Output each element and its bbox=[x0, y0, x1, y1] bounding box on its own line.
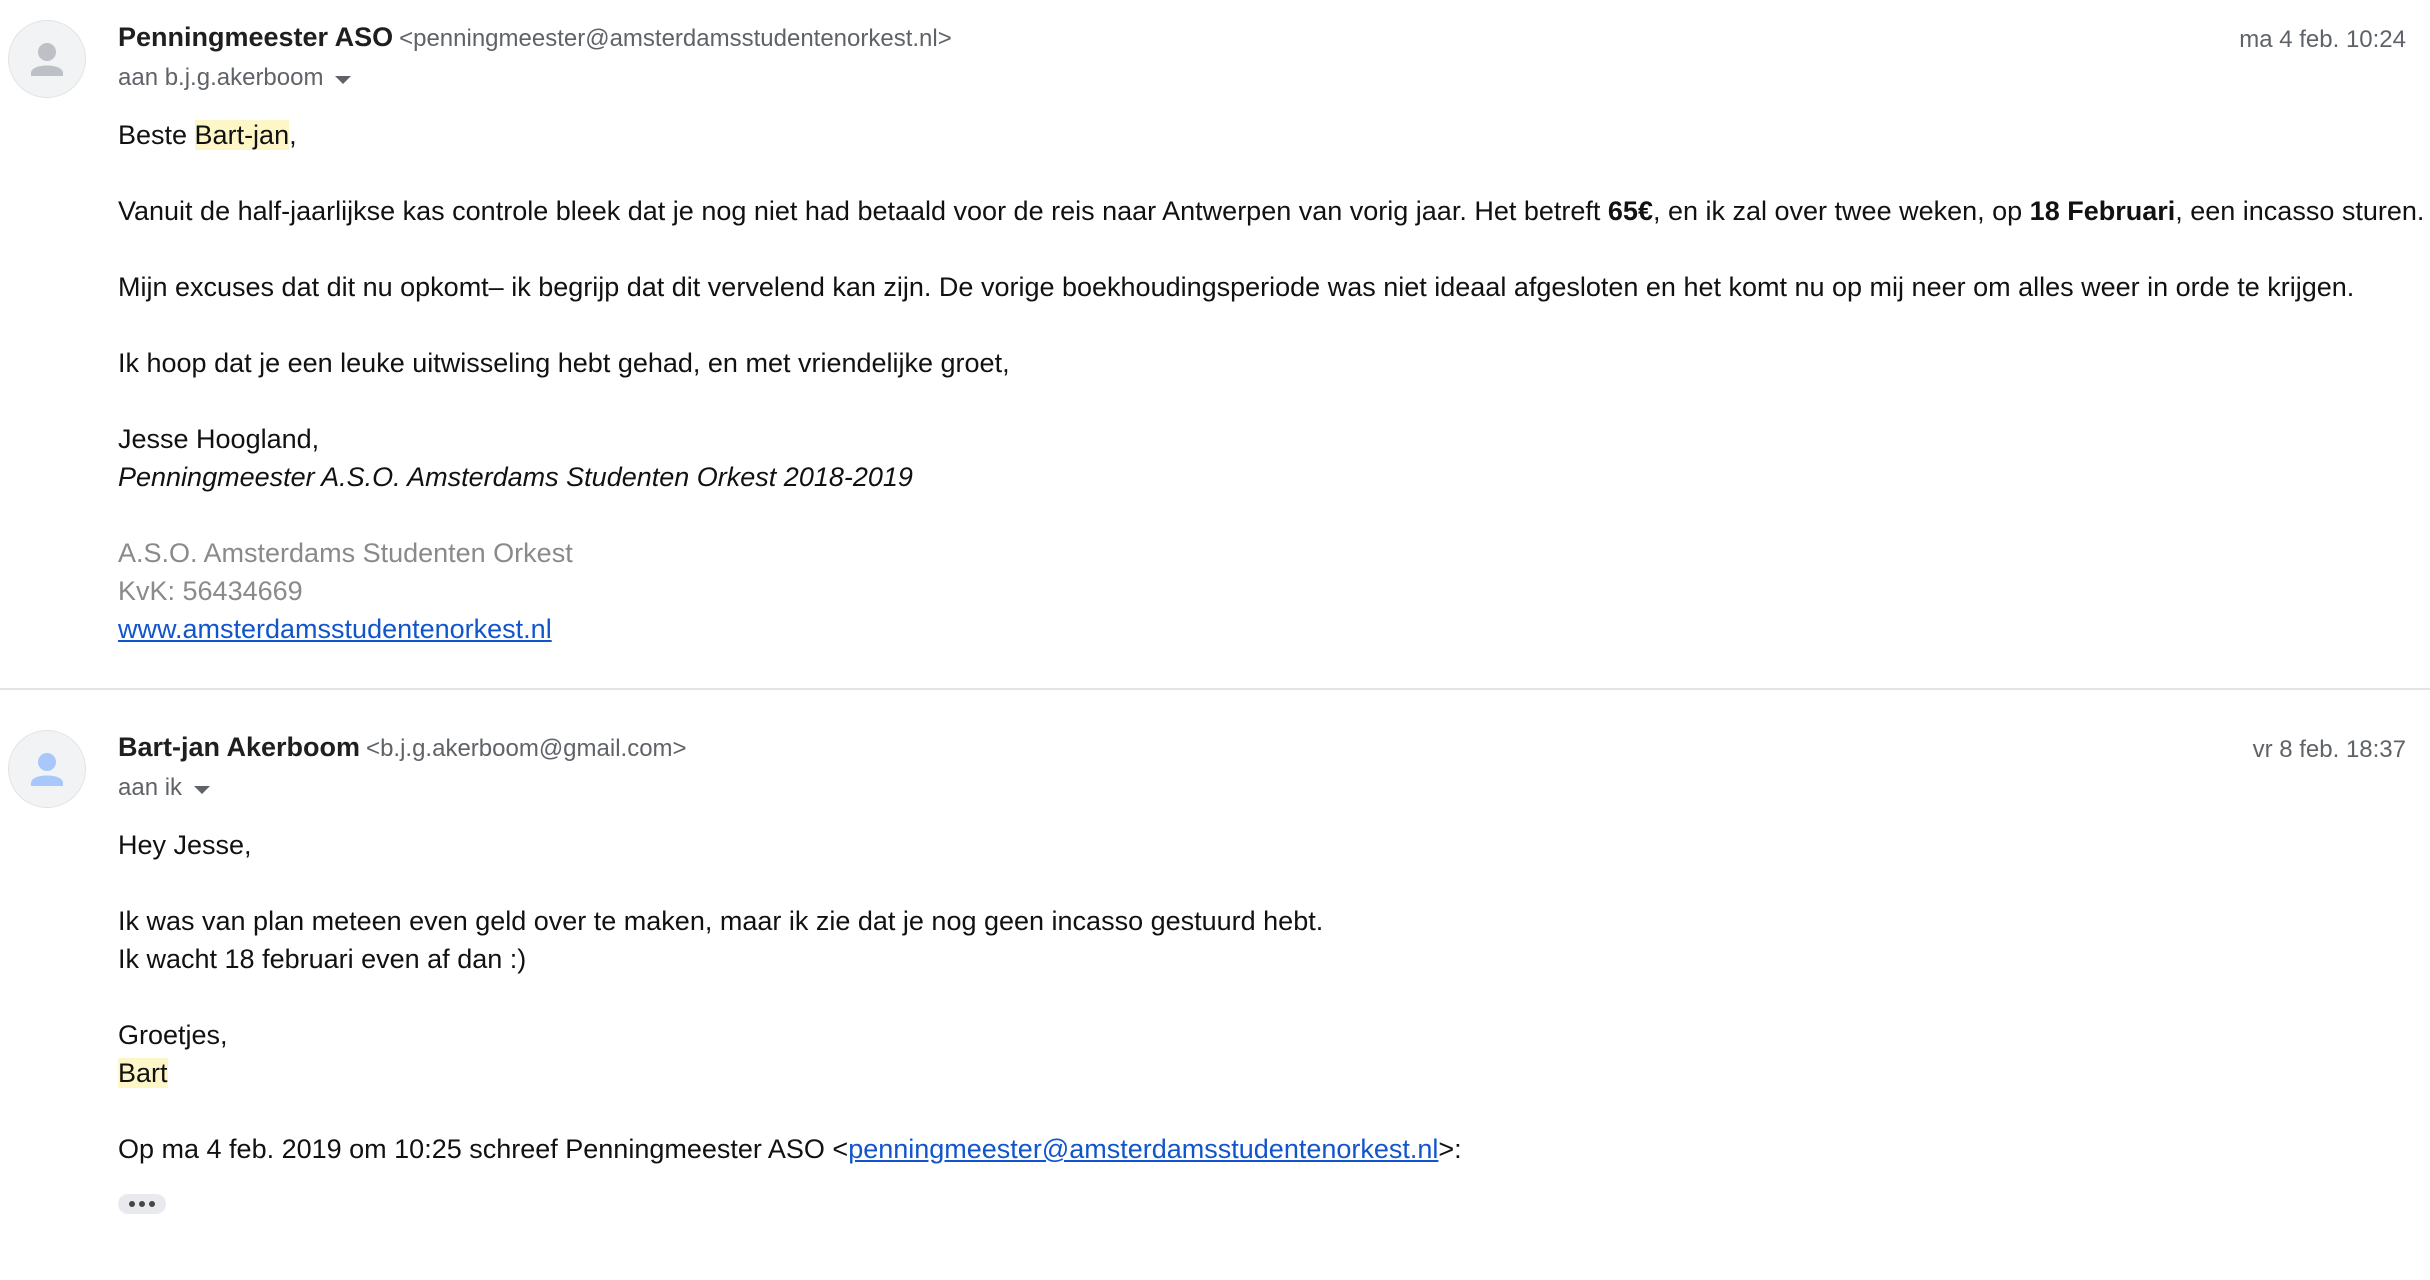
body-line-1: Ik was van plan meteen even geld over te… bbox=[118, 906, 1324, 936]
caret-down-icon[interactable] bbox=[194, 786, 211, 794]
paragraph-2: Mijn excuses dat dit nu opkomt– ik begri… bbox=[118, 272, 2355, 302]
closing-line: Groetjes, bbox=[118, 1020, 228, 1050]
sign-name-line: Bart bbox=[118, 1056, 168, 1090]
ellipsis-icon bbox=[129, 1201, 135, 1207]
para1-text-c: , een incasso sturen. bbox=[2175, 196, 2425, 226]
para1-date: 18 Februari bbox=[2029, 196, 2176, 226]
sender-name[interactable]: Bart-jan Akerboom bbox=[118, 732, 360, 762]
greeting-suffix: , bbox=[289, 120, 297, 150]
greeting-line: Hey Jesse, bbox=[118, 830, 252, 860]
sign-name: Bart bbox=[118, 1058, 168, 1088]
sender-email: <penningmeester@amsterdamsstudentenorkes… bbox=[399, 25, 952, 52]
org-website-link[interactable]: www.amsterdamsstudentenorkest.nl bbox=[118, 612, 552, 646]
ellipsis-dot bbox=[139, 1201, 145, 1207]
sender-email: <b.j.g.akerboom@gmail.com> bbox=[366, 735, 687, 762]
sender-line: Bart-jan Akerboom <b.j.g.akerboom@gmail.c… bbox=[118, 732, 687, 763]
caret-down-icon[interactable] bbox=[335, 76, 352, 84]
message-date[interactable]: vr 8 feb. 18:37 bbox=[2253, 736, 2406, 764]
para1-text-a: Vanuit de half-jaarlijkse kas controle b… bbox=[118, 196, 1608, 226]
sender-avatar-icon[interactable] bbox=[8, 20, 86, 98]
recipient-text: aan b.j.g.akerboom bbox=[118, 64, 324, 91]
sender-avatar-icon[interactable] bbox=[8, 730, 86, 808]
paragraph-1: Vanuit de half-jaarlijkse kas controle b… bbox=[118, 194, 2424, 228]
org-kvk: KvK: 56434669 bbox=[118, 576, 303, 606]
recipient-line[interactable]: aan ik bbox=[118, 774, 211, 802]
org-name: A.S.O. Amsterdams Studenten Orkest bbox=[118, 538, 573, 568]
message-date[interactable]: ma 4 feb. 10:24 bbox=[2239, 26, 2406, 54]
greeting-name: Bart-jan bbox=[194, 120, 290, 150]
email-message-bart-jan: Bart-jan Akerboom <b.j.g.akerboom@gmail.c… bbox=[0, 690, 2430, 1280]
recipient-line[interactable]: aan b.j.g.akerboom bbox=[118, 64, 352, 92]
para1-amount: 65€ bbox=[1607, 196, 1653, 226]
greeting-line: Beste Bart-jan, bbox=[118, 118, 297, 152]
ellipsis-dot bbox=[149, 1201, 155, 1207]
sender-line: Penningmeester ASO <penningmeester@amster… bbox=[118, 22, 952, 53]
recipient-text: aan ik bbox=[118, 774, 183, 801]
show-trimmed-content-button[interactable] bbox=[118, 1194, 166, 1214]
quote-header: Op ma 4 feb. 2019 om 10:25 schreef Penni… bbox=[118, 1132, 1462, 1166]
quote-suffix: >: bbox=[1438, 1134, 1462, 1164]
para1-text-b: , en ik zal over twee weken, op bbox=[1652, 196, 2030, 226]
email-message-penningmeester: Penningmeester ASO <penningmeester@amster… bbox=[0, 0, 2430, 688]
quote-email-link[interactable]: penningmeester@amsterdamsstudentenorkest… bbox=[848, 1134, 1438, 1164]
greeting-prefix: Beste bbox=[118, 120, 195, 150]
paragraph-3: Ik hoop dat je een leuke uitwisseling he… bbox=[118, 348, 1010, 378]
signature-title: Penningmeester A.S.O. Amsterdams Student… bbox=[118, 462, 913, 492]
quote-prefix: Op ma 4 feb. 2019 om 10:25 schreef Penni… bbox=[118, 1134, 849, 1164]
signature-name: Jesse Hoogland, bbox=[118, 424, 320, 454]
sender-name[interactable]: Penningmeester ASO bbox=[118, 22, 393, 52]
body-line-2: Ik wacht 18 februari even af dan :) bbox=[118, 944, 527, 974]
